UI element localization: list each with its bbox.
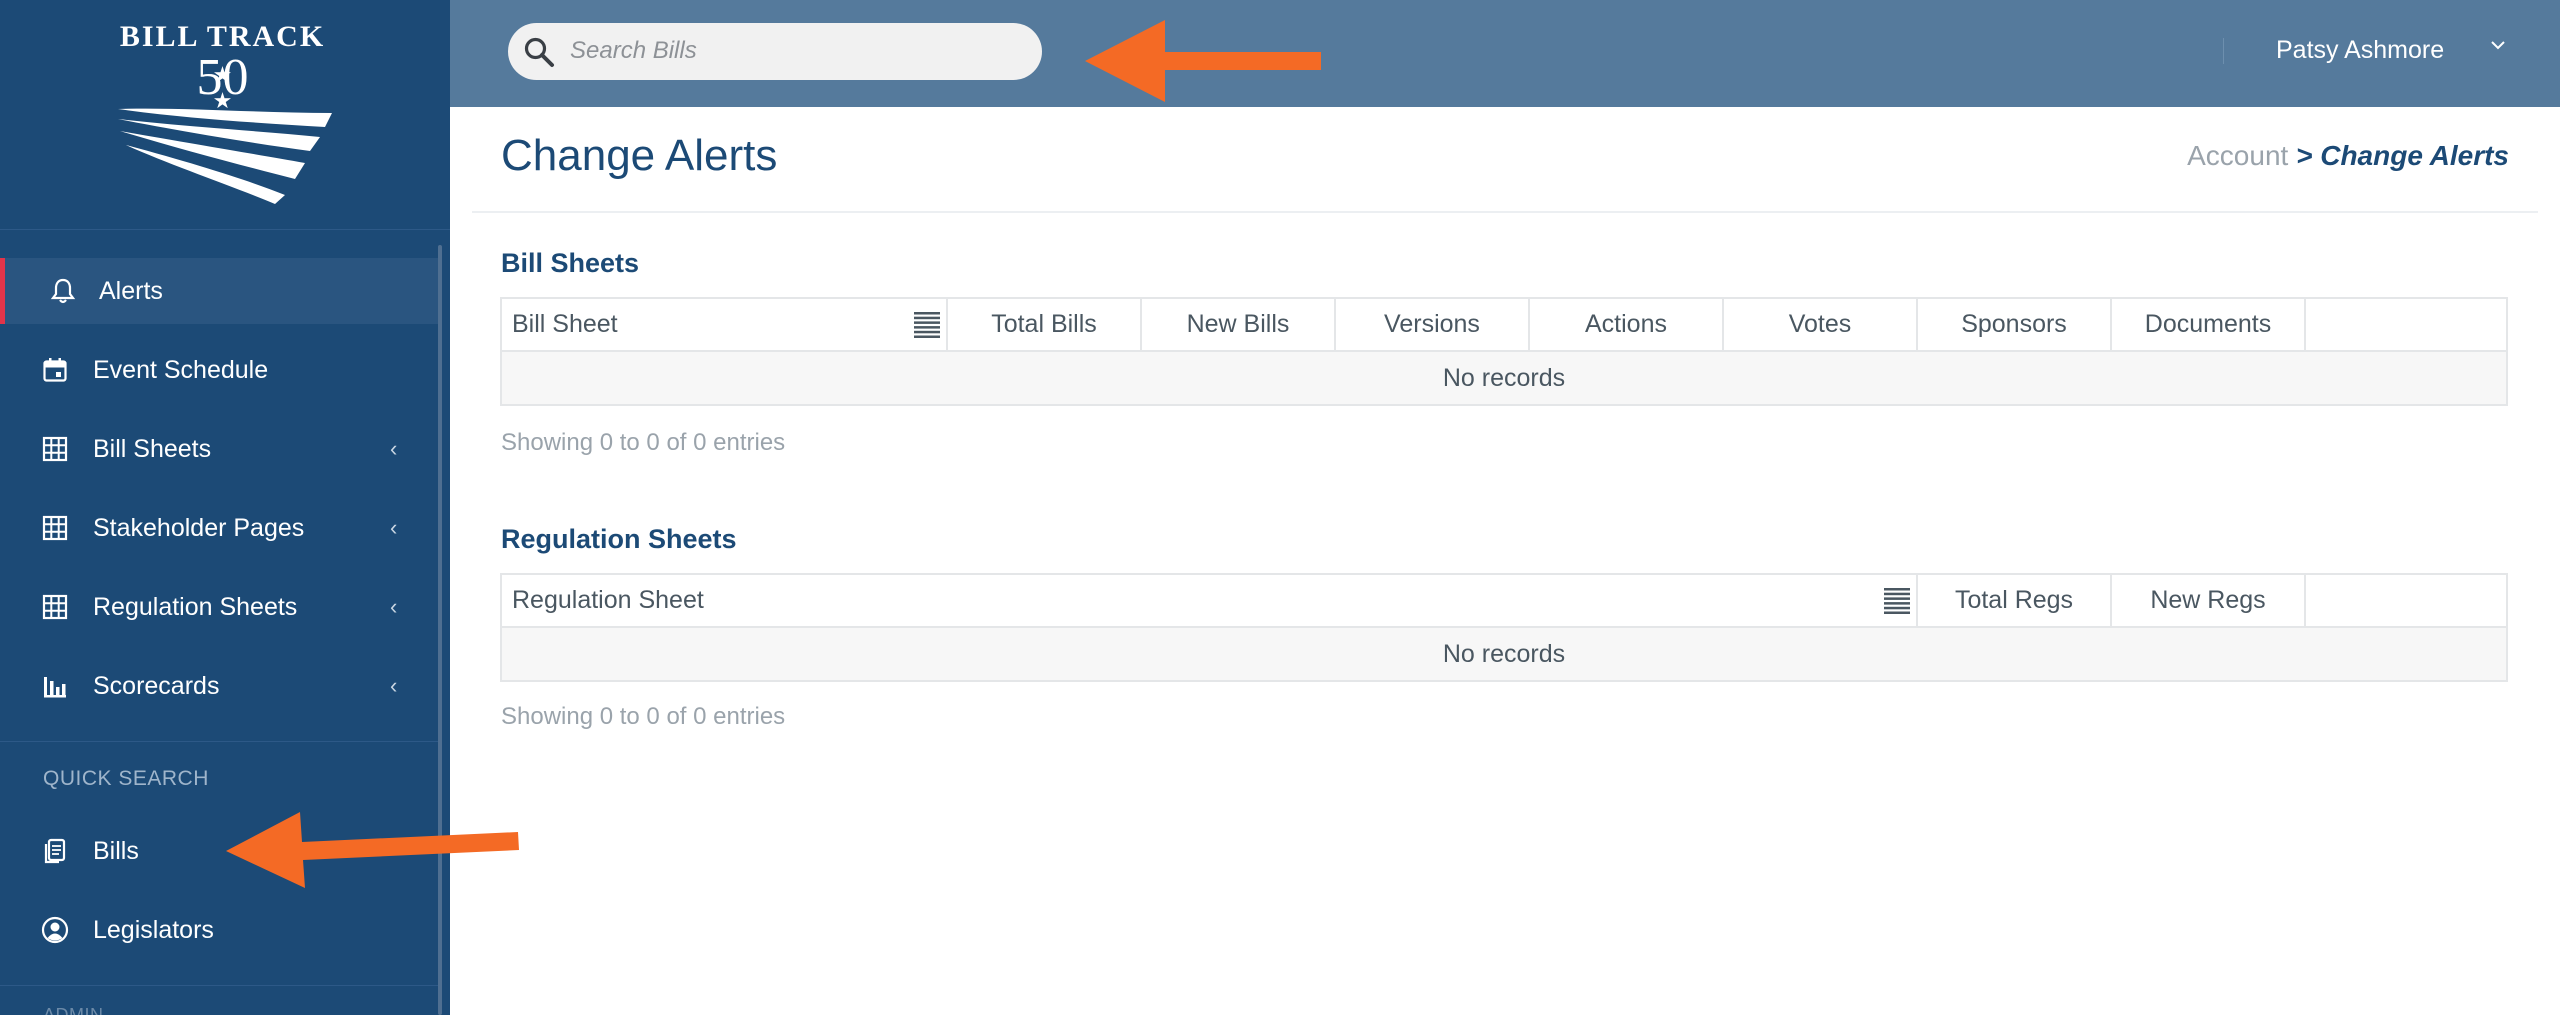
- top-header: Search Bills Patsy Ashmore: [450, 0, 2560, 107]
- grid-icon: [40, 513, 70, 543]
- title-divider: [472, 211, 2538, 213]
- table-header: Bill Sheet Total Bills New Bills Version…: [502, 299, 2506, 352]
- empty-row: No records: [502, 352, 2506, 404]
- sidebar-item-regulation-sheets[interactable]: Regulation Sheets ‹: [0, 574, 440, 640]
- brand-logo[interactable]: BILL TRACK ★ ★ 50: [0, 0, 450, 230]
- sidebar-item-label: Scorecards: [93, 671, 220, 700]
- chevron-left-icon: ‹: [390, 436, 398, 461]
- column-header-sponsors[interactable]: Sponsors: [1918, 299, 2112, 350]
- column-reorder-icon[interactable]: [1884, 588, 1910, 621]
- search-input[interactable]: Search Bills: [508, 23, 1042, 80]
- sidebar-item-label: Alerts: [99, 276, 163, 305]
- quick-search-label: QUICK SEARCH: [43, 767, 209, 790]
- search-placeholder: Search Bills: [570, 37, 697, 64]
- calendar-icon: [40, 355, 70, 385]
- bill-sheets-title: Bill Sheets: [501, 248, 640, 278]
- column-header-votes[interactable]: Votes: [1724, 299, 1918, 350]
- breadcrumb-separator: >: [2288, 140, 2321, 171]
- regulation-sheets-table: Regulation Sheet Total Regs New Regs No …: [500, 573, 2508, 682]
- column-header-blank: [2306, 299, 2506, 350]
- bar-chart-icon: [40, 671, 70, 701]
- sidebar-item-bill-sheets[interactable]: Bill Sheets ‹: [0, 416, 440, 482]
- column-header-total-regs[interactable]: Total Regs: [1918, 575, 2112, 626]
- brand-number: 50: [196, 49, 249, 106]
- column-header-blank: [2306, 575, 2506, 626]
- sidebar-item-label: Stakeholder Pages: [93, 513, 305, 542]
- search-icon: [523, 36, 555, 73]
- sidebar-item-stakeholder-pages[interactable]: Stakeholder Pages ‹: [0, 495, 440, 561]
- breadcrumb-current: Change Alerts: [2320, 140, 2509, 171]
- sidebar-divider: [0, 985, 440, 986]
- breadcrumb-account-link[interactable]: Account: [2187, 140, 2288, 171]
- annotation-arrow-icon: [226, 812, 519, 888]
- person-circle-icon: [40, 915, 70, 945]
- sidebar-item-label: Bills: [93, 836, 139, 865]
- column-header-documents[interactable]: Documents: [2112, 299, 2306, 350]
- sidebar-scrollbar[interactable]: [438, 245, 442, 1015]
- table-header: Regulation Sheet Total Regs New Regs: [502, 575, 2506, 628]
- sidebar-item-label: Regulation Sheets: [93, 592, 298, 621]
- sidebar-item-label: Legislators: [93, 915, 214, 944]
- sidebar-item-label: Bill Sheets: [93, 434, 212, 463]
- column-header-new-regs[interactable]: New Regs: [2112, 575, 2306, 626]
- admin-section-label: ADMIN: [43, 1005, 104, 1015]
- regulation-sheets-entries-info: Showing 0 to 0 of 0 entries: [501, 703, 786, 730]
- sidebar-item-scorecards[interactable]: Scorecards ‹: [0, 653, 440, 719]
- chevron-left-icon: ‹: [390, 673, 398, 698]
- breadcrumb: Account > Change Alerts: [2187, 140, 2509, 172]
- chevron-left-icon: ‹: [390, 594, 398, 619]
- flag-stripes-icon: [118, 108, 332, 204]
- document-icon: [40, 836, 70, 866]
- column-header-regulation-sheet[interactable]: Regulation Sheet: [502, 575, 1918, 626]
- column-header-bill-sheet[interactable]: Bill Sheet: [502, 299, 948, 350]
- sidebar-item-legislators[interactable]: Legislators: [0, 897, 440, 963]
- chevron-down-icon[interactable]: [2490, 38, 2506, 56]
- bill-sheets-table: Bill Sheet Total Bills New Bills Version…: [500, 297, 2508, 406]
- grid-icon: [40, 434, 70, 464]
- sidebar-item-event-schedule[interactable]: Event Schedule: [0, 337, 440, 403]
- chevron-left-icon: ‹: [390, 515, 398, 540]
- header-divider: [2223, 38, 2224, 64]
- bell-icon: [48, 276, 78, 306]
- user-menu-name[interactable]: Patsy Ashmore: [2276, 36, 2444, 65]
- page-title: Change Alerts: [501, 131, 778, 180]
- sidebar-divider: [0, 741, 440, 742]
- column-header-actions[interactable]: Actions: [1530, 299, 1724, 350]
- grid-icon: [40, 592, 70, 622]
- regulation-sheets-title: Regulation Sheets: [501, 524, 737, 554]
- column-header-total-bills[interactable]: Total Bills: [948, 299, 1142, 350]
- sidebar-item-label: Event Schedule: [93, 355, 269, 384]
- column-header-new-bills[interactable]: New Bills: [1142, 299, 1336, 350]
- sidebar-item-alerts[interactable]: Alerts: [0, 258, 440, 324]
- annotation-arrow-icon: [1085, 20, 1321, 102]
- column-reorder-icon[interactable]: [914, 312, 940, 345]
- bill-sheets-entries-info: Showing 0 to 0 of 0 entries: [501, 429, 786, 456]
- empty-row: No records: [502, 628, 2506, 680]
- column-header-versions[interactable]: Versions: [1336, 299, 1530, 350]
